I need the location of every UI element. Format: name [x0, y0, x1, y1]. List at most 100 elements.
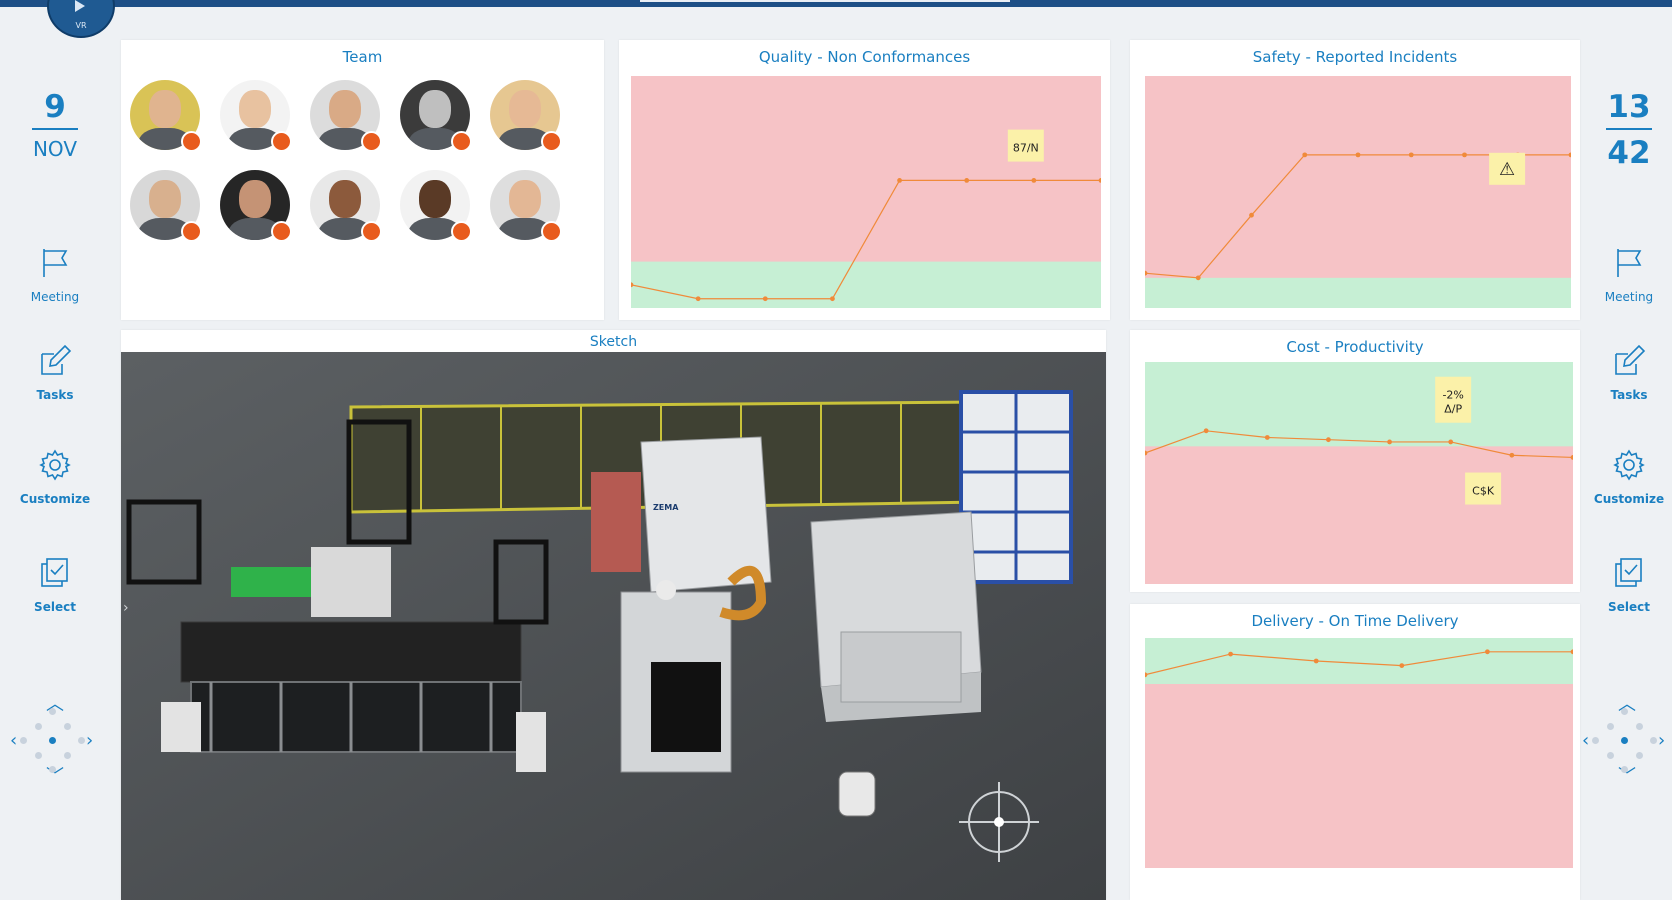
flag-icon [1617, 249, 1642, 277]
data-point [1031, 178, 1037, 183]
data-point [1485, 649, 1490, 655]
date-display: 9 NOV [0, 88, 110, 164]
delivery-title: Delivery - On Time Delivery [1251, 612, 1459, 630]
safety-title: Safety - Reported Incidents [1252, 48, 1458, 66]
data-point [964, 178, 970, 183]
counter-display: 13 42 [1574, 88, 1672, 172]
gear-icon [39, 449, 71, 481]
team-title: Team [342, 48, 383, 66]
meeting-label: Meeting [30, 290, 80, 304]
cost-chart[interactable]: -2%Δ/P C$K [1145, 362, 1573, 584]
data-point [1509, 452, 1515, 458]
meeting-button[interactable]: Meeting [0, 246, 110, 304]
team-member-avatar[interactable] [130, 170, 202, 242]
navigation-pad: ︿ ‹ › ﹀ [1580, 696, 1670, 786]
nav-dot [1607, 752, 1614, 759]
flag-icon [43, 249, 68, 277]
left-sidebar: 9 NOV Meeting Tasks Customize Select ︿ ‹… [0, 34, 110, 900]
annotation-text: Δ/P [1444, 403, 1462, 416]
team-member-avatar[interactable] [220, 80, 292, 152]
sketch-panel: Sketch ZEMA › [121, 330, 1106, 900]
sketch-title: Sketch [589, 334, 638, 350]
edit-icon [41, 344, 72, 375]
team-member-avatar[interactable] [310, 170, 382, 242]
team-member-avatar[interactable] [310, 80, 382, 152]
nav-dot [35, 752, 42, 759]
nav-dot [1636, 752, 1643, 759]
checkbox-icon [41, 558, 68, 587]
nav-right-arrow-icon[interactable]: › [1658, 732, 1665, 750]
data-point [695, 296, 701, 302]
gear-icon [1613, 449, 1645, 481]
select-button[interactable]: Select [0, 556, 110, 614]
nav-dot [1621, 766, 1628, 773]
nav-center-dot[interactable] [49, 737, 56, 744]
checkbox-icon [1615, 558, 1642, 587]
date-day: 9 [44, 89, 66, 125]
team-member-avatar[interactable] [400, 80, 472, 152]
safety-chart[interactable]: ⚠ [1145, 76, 1571, 308]
nav-left-arrow-icon[interactable]: ‹ [1582, 732, 1589, 750]
status-indicator [541, 221, 562, 242]
top-tab-indicator[interactable] [640, 0, 1010, 2]
vr-logo[interactable]: VR [47, 0, 115, 38]
data-point [830, 296, 835, 302]
factory-3d-view[interactable]: ZEMA › [121, 352, 1106, 900]
meeting-button[interactable]: Meeting [1574, 246, 1672, 304]
green-zone [1145, 277, 1571, 308]
nav-dot [1592, 737, 1599, 744]
customize-button[interactable]: Customize [0, 448, 110, 506]
data-point [1195, 275, 1201, 281]
team-member-avatar[interactable] [490, 170, 562, 242]
data-point [1462, 152, 1467, 158]
nav-dot [20, 737, 27, 744]
logo-text: VR [75, 21, 87, 30]
green-zone [1145, 638, 1573, 684]
team-panel: Team [121, 40, 604, 320]
zema-brand-text: ZEMA [653, 503, 679, 512]
nav-dot [64, 723, 71, 730]
data-point [1264, 435, 1270, 440]
tasks-label: Tasks [1610, 388, 1648, 402]
quality-chart[interactable]: 87/N [631, 76, 1101, 308]
nav-dot [64, 752, 71, 759]
navigation-pad: ︿ ‹ › ﹀ [8, 696, 98, 786]
select-label: Select [34, 600, 76, 614]
cost-panel: Cost - Productivity -2% Δ/P C$K [1130, 330, 1580, 592]
right-sidebar: 13 42 Meeting Tasks Customize Select ︿ ‹… [1580, 34, 1672, 900]
annotation-text: 87/N [1013, 142, 1039, 155]
select-button[interactable]: Select [1574, 556, 1672, 614]
data-point [1313, 658, 1319, 664]
counter-top: 13 [1607, 89, 1651, 125]
data-point [1249, 212, 1254, 218]
customize-label: Customize [19, 492, 91, 506]
status-indicator [271, 221, 292, 242]
tasks-button[interactable]: Tasks [1574, 344, 1672, 402]
date-divider [32, 128, 78, 130]
delivery-chart[interactable] [1145, 638, 1573, 868]
data-point [1448, 439, 1454, 445]
status-indicator [181, 131, 202, 152]
safety-panel: Safety - Reported Incidents ⚠ [1130, 40, 1580, 320]
team-member-avatar[interactable] [220, 170, 292, 242]
team-member-avatar[interactable] [130, 80, 202, 152]
team-member-avatar[interactable] [400, 170, 472, 242]
nav-left-arrow-icon[interactable]: ‹ [10, 732, 17, 750]
tasks-button[interactable]: Tasks [0, 344, 110, 402]
customize-button[interactable]: Customize [1574, 448, 1672, 506]
data-point [762, 296, 768, 302]
nav-dot [1636, 723, 1643, 730]
nav-center-dot[interactable] [1621, 737, 1628, 744]
counter-bottom: 42 [1607, 135, 1651, 171]
meeting-label: Meeting [1604, 290, 1654, 304]
annotation-text: ⚠ [1499, 159, 1515, 180]
nav-right-arrow-icon[interactable]: › [86, 732, 93, 750]
status-indicator [181, 221, 202, 242]
data-point [1408, 152, 1414, 158]
delivery-panel: Delivery - On Time Delivery [1130, 604, 1580, 900]
sketch-expand-arrow-icon[interactable]: › [123, 600, 129, 616]
data-point [1326, 437, 1331, 443]
data-point [1228, 651, 1233, 657]
data-point [897, 178, 902, 183]
team-member-avatar[interactable] [490, 80, 562, 152]
